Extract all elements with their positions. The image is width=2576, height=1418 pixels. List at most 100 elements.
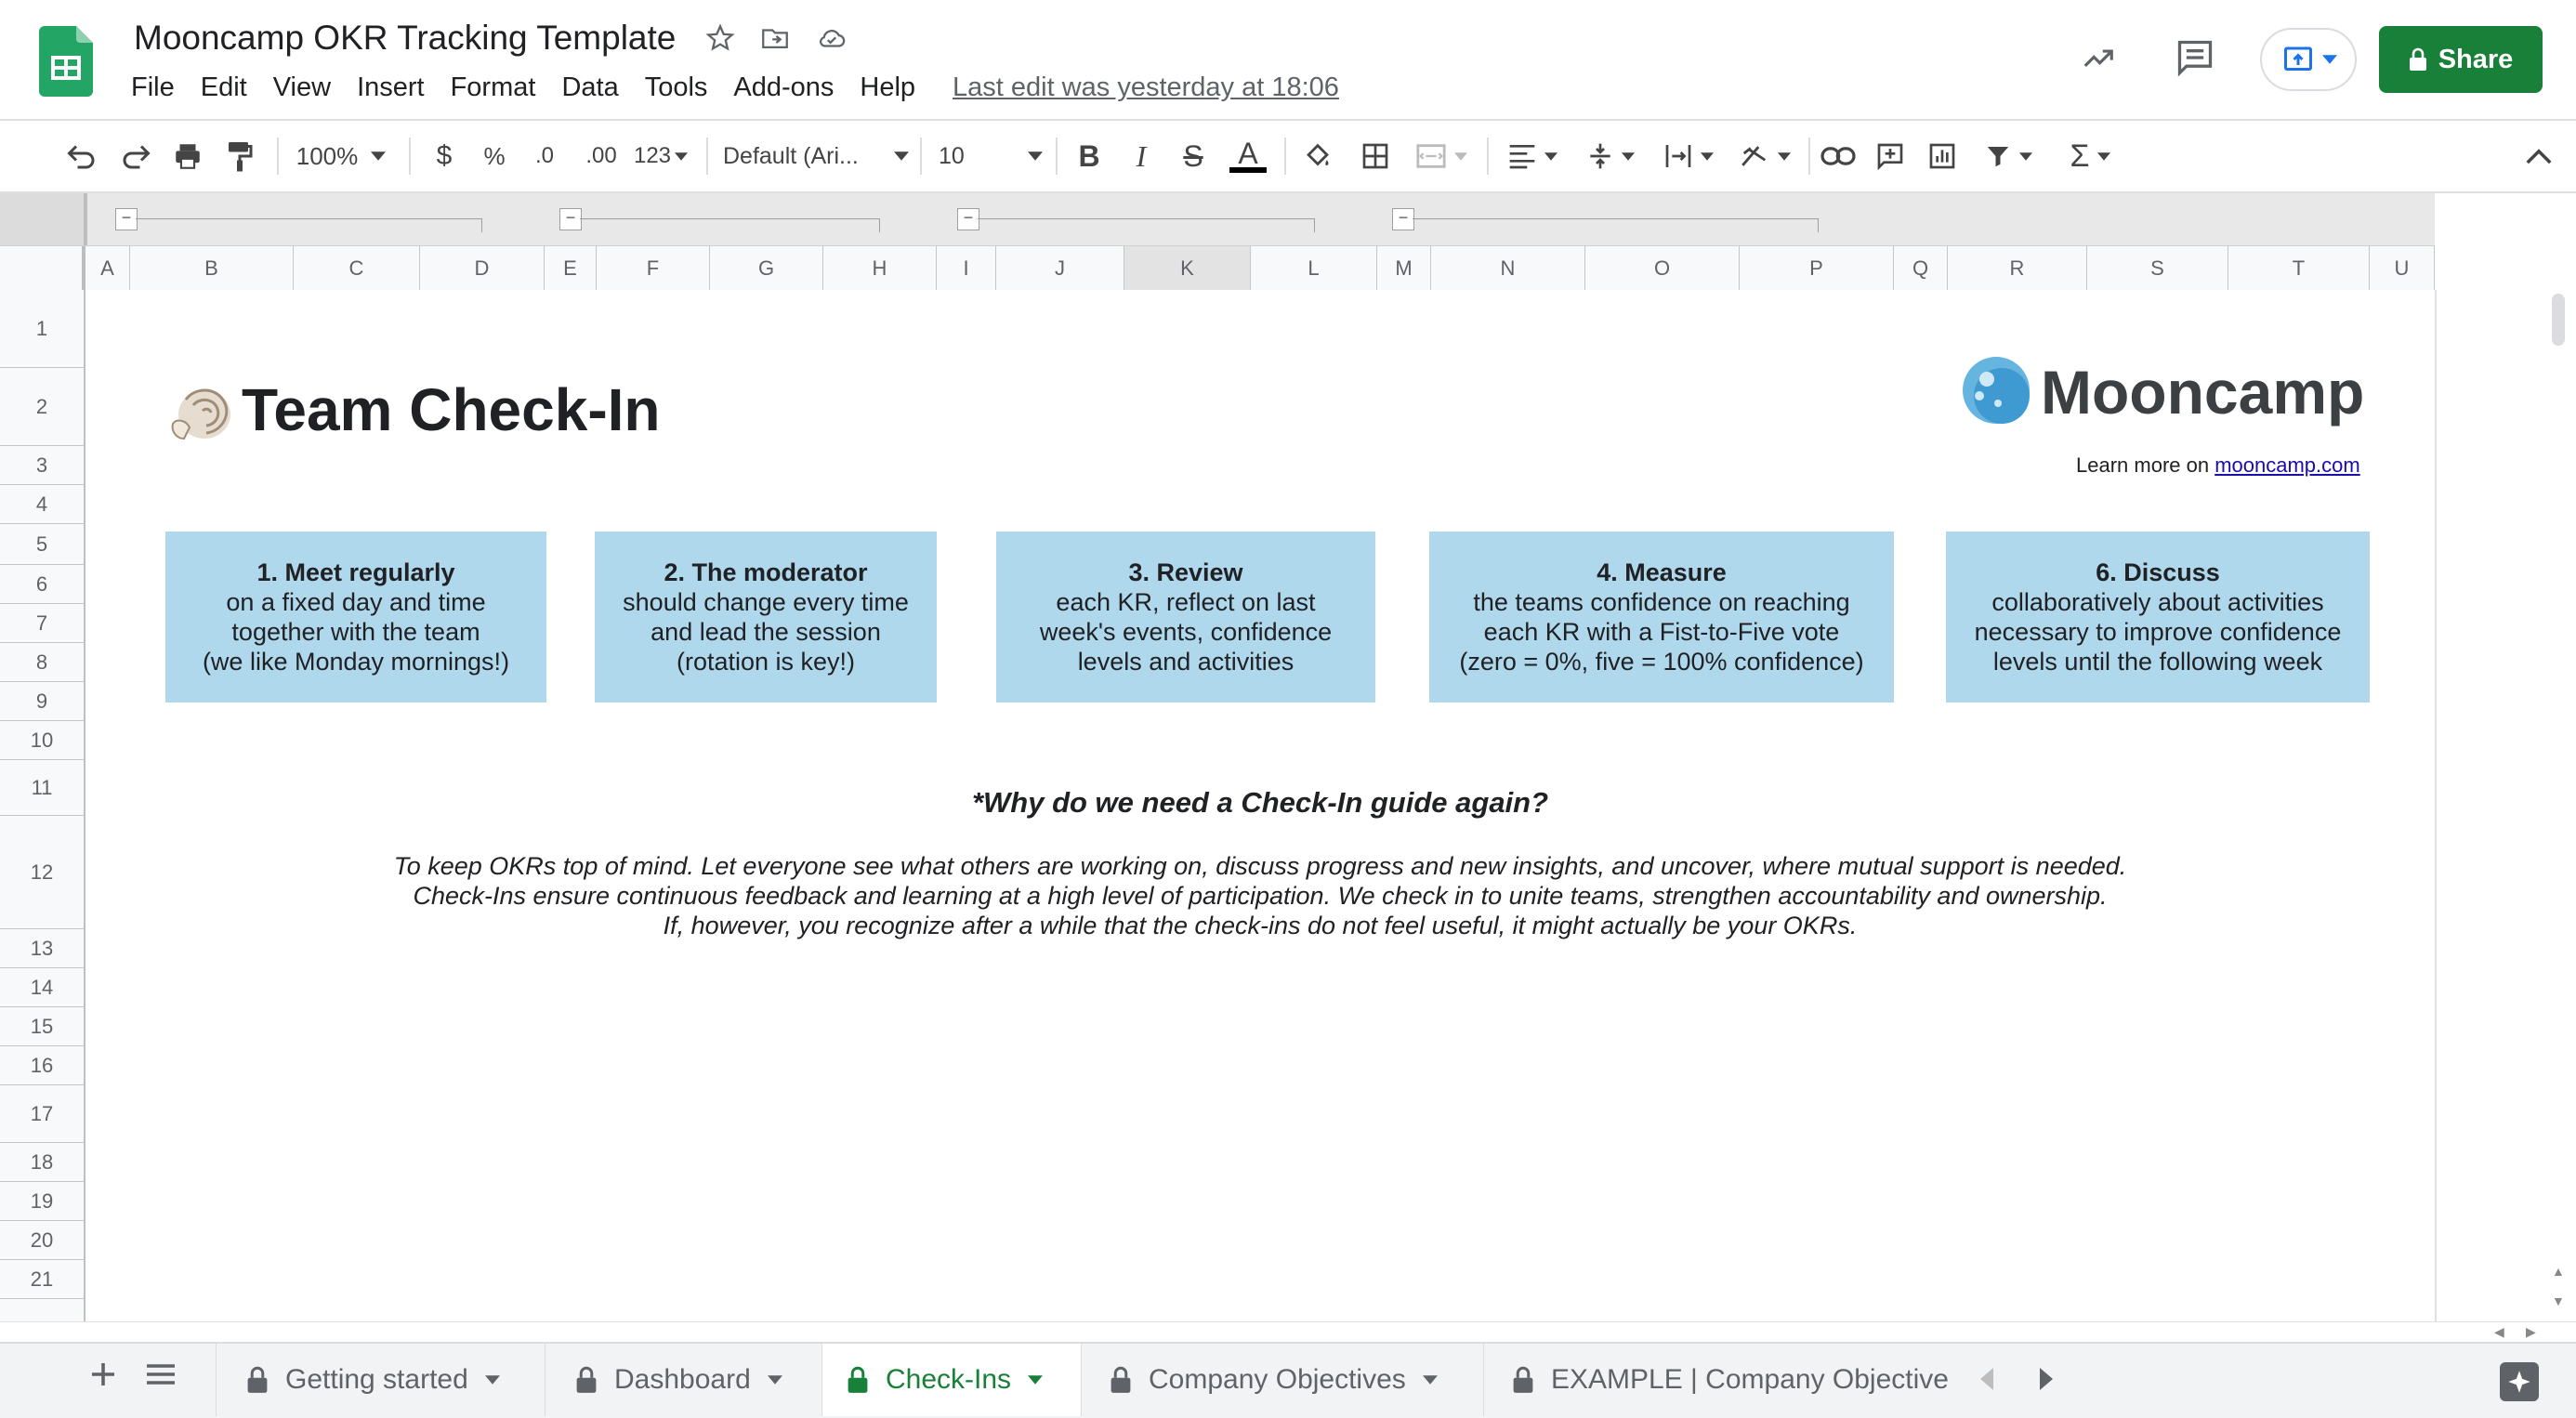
row-header[interactable]: 21	[0, 1260, 84, 1299]
filter-icon[interactable]	[1976, 134, 2041, 178]
text-color-button[interactable]: A	[1227, 134, 1269, 178]
sheet-tab-check-ins[interactable]: Check-Ins	[821, 1344, 1082, 1416]
increase-decimal-button[interactable]: .00	[578, 134, 624, 178]
scroll-left-arrow-icon[interactable]: ◀	[2494, 1324, 2504, 1340]
paint-format-icon[interactable]	[217, 134, 262, 178]
column-header[interactable]: E	[545, 246, 597, 290]
column-header[interactable]: K	[1124, 246, 1251, 290]
column-header[interactable]: S	[2087, 246, 2228, 290]
scroll-up-arrow-icon[interactable]: ▲	[2552, 1264, 2565, 1279]
activity-trend-icon[interactable]	[2078, 41, 2119, 76]
vertical-scrollbar-thumb[interactable]	[2552, 294, 2565, 346]
insert-link-icon[interactable]	[1818, 134, 1859, 178]
sheet-tab-company-objectives[interactable]: Company Objectives	[1082, 1344, 1481, 1416]
undo-icon[interactable]	[59, 134, 104, 178]
row-header[interactable]: 5	[0, 524, 84, 565]
text-rotation-icon[interactable]	[1732, 134, 1797, 178]
comment-history-icon[interactable]	[2175, 37, 2215, 78]
sheets-logo-icon[interactable]	[39, 26, 93, 97]
font-family-select[interactable]: Default (Ari...	[723, 134, 909, 178]
column-header[interactable]: H	[823, 246, 937, 290]
decrease-decimal-button[interactable]: .0	[524, 134, 565, 178]
collapse-group-button[interactable]: −	[559, 208, 582, 230]
insert-chart-icon[interactable]	[1922, 134, 1963, 178]
column-header[interactable]: U	[2370, 246, 2435, 290]
select-all-corner[interactable]	[0, 246, 85, 290]
scroll-right-arrow-icon[interactable]: ▶	[2526, 1324, 2536, 1340]
column-header[interactable]: N	[1431, 246, 1585, 290]
row-header[interactable]: 3	[0, 446, 84, 485]
row-header[interactable]: 18	[0, 1143, 84, 1182]
column-header[interactable]: A	[85, 246, 130, 290]
column-header[interactable]: D	[420, 246, 545, 290]
bold-button[interactable]: B	[1069, 134, 1110, 178]
horizontal-align-icon[interactable]	[1500, 134, 1565, 178]
sheet-tab-getting-started[interactable]: Getting started	[216, 1344, 537, 1416]
collapse-group-button[interactable]: −	[1392, 208, 1414, 230]
collapse-menus-icon[interactable]	[2518, 134, 2559, 178]
more-formats-button[interactable]: 123	[630, 134, 691, 178]
row-header[interactable]: 9	[0, 682, 84, 721]
column-header[interactable]: G	[710, 246, 823, 290]
cloud-status-icon[interactable]	[814, 22, 849, 54]
menu-data[interactable]: Data	[561, 72, 618, 103]
tab-scroll-right-icon[interactable]	[2037, 1368, 2054, 1390]
row-header[interactable]: 1	[0, 290, 84, 368]
share-button[interactable]: Share	[2379, 26, 2543, 93]
row-header[interactable]: 16	[0, 1046, 84, 1085]
row-header[interactable]: 7	[0, 604, 84, 643]
vertical-align-icon[interactable]	[1578, 134, 1643, 178]
sheet-tab-dashboard[interactable]: Dashboard	[545, 1344, 814, 1416]
row-header[interactable]: 13	[0, 929, 84, 968]
menu-insert[interactable]: Insert	[357, 72, 425, 103]
column-header[interactable]: Q	[1894, 246, 1948, 290]
move-folder-icon[interactable]	[758, 22, 792, 54]
explore-icon[interactable]	[2500, 1362, 2539, 1401]
column-header[interactable]: T	[2228, 246, 2370, 290]
row-header[interactable]: 15	[0, 1007, 84, 1046]
redo-icon[interactable]	[113, 134, 158, 178]
strikethrough-button[interactable]: S	[1173, 134, 1214, 178]
menu-view[interactable]: View	[273, 72, 331, 103]
fill-color-icon[interactable]	[1297, 134, 1338, 178]
menu-file[interactable]: File	[131, 72, 175, 103]
functions-button[interactable]: Σ	[2057, 134, 2123, 178]
italic-button[interactable]: I	[1121, 134, 1162, 178]
collapse-group-button[interactable]: −	[115, 208, 138, 230]
present-button[interactable]	[2260, 28, 2357, 91]
insert-comment-icon[interactable]	[1870, 134, 1911, 178]
all-sheets-icon[interactable]	[147, 1362, 175, 1386]
row-header[interactable]: 8	[0, 643, 84, 682]
menu-format[interactable]: Format	[451, 72, 536, 103]
collapse-group-button[interactable]: −	[957, 208, 979, 230]
row-header[interactable]: 10	[0, 721, 84, 760]
zoom-select[interactable]: 100%	[290, 134, 392, 178]
star-icon[interactable]	[704, 22, 736, 54]
row-header[interactable]: 4	[0, 485, 84, 524]
sheet-tab-example-company-objectives[interactable]: EXAMPLE | Company Objectives	[1483, 1344, 1950, 1416]
column-header[interactable]: C	[294, 246, 420, 290]
scroll-down-arrow-icon[interactable]: ▼	[2552, 1293, 2565, 1308]
row-header[interactable]: 2	[0, 368, 84, 446]
row-header[interactable]: 14	[0, 968, 84, 1007]
column-header[interactable]: L	[1251, 246, 1377, 290]
column-header[interactable]: M	[1377, 246, 1431, 290]
document-title[interactable]: Mooncamp OKR Tracking Template	[134, 19, 676, 58]
column-header[interactable]: P	[1740, 246, 1894, 290]
row-header[interactable]: 20	[0, 1221, 84, 1260]
tab-scroll-left-icon[interactable]	[1979, 1368, 1996, 1390]
column-header[interactable]: I	[937, 246, 996, 290]
menu-edit[interactable]: Edit	[201, 72, 247, 103]
add-sheet-icon[interactable]	[89, 1360, 117, 1388]
column-header[interactable]: J	[996, 246, 1124, 290]
column-header[interactable]: O	[1585, 246, 1740, 290]
merge-cells-icon[interactable]	[1409, 134, 1474, 178]
row-header[interactable]: 12	[0, 816, 84, 929]
row-header[interactable]: 17	[0, 1085, 84, 1143]
currency-format-button[interactable]: $	[426, 134, 463, 178]
print-icon[interactable]	[165, 134, 210, 178]
font-size-select[interactable]: 10	[939, 134, 1043, 178]
percent-format-button[interactable]: %	[476, 134, 513, 178]
horizontal-scrollbar[interactable]: ◀ ▶	[0, 1321, 2576, 1343]
last-edit-link[interactable]: Last edit was yesterday at 18:06	[953, 72, 1339, 103]
